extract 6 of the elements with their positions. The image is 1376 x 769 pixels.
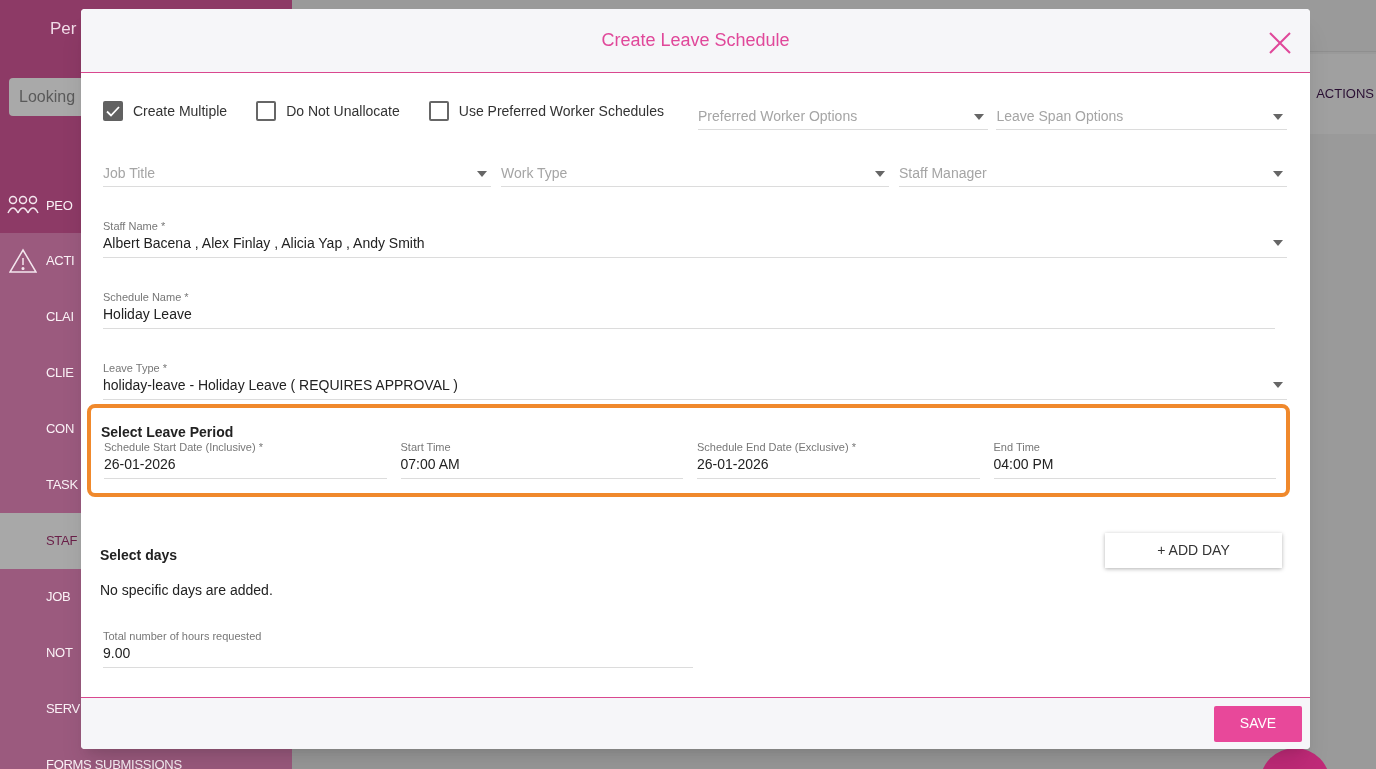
empty-message: No specific days are added. xyxy=(100,581,273,600)
app-title: Per xyxy=(49,18,78,40)
section-heading: Select days xyxy=(100,546,179,565)
section-heading: Select Leave Period xyxy=(101,424,235,440)
dialog-title: Create Leave Schedule xyxy=(601,29,790,52)
table-header: ACTIONS xyxy=(1310,54,1376,134)
